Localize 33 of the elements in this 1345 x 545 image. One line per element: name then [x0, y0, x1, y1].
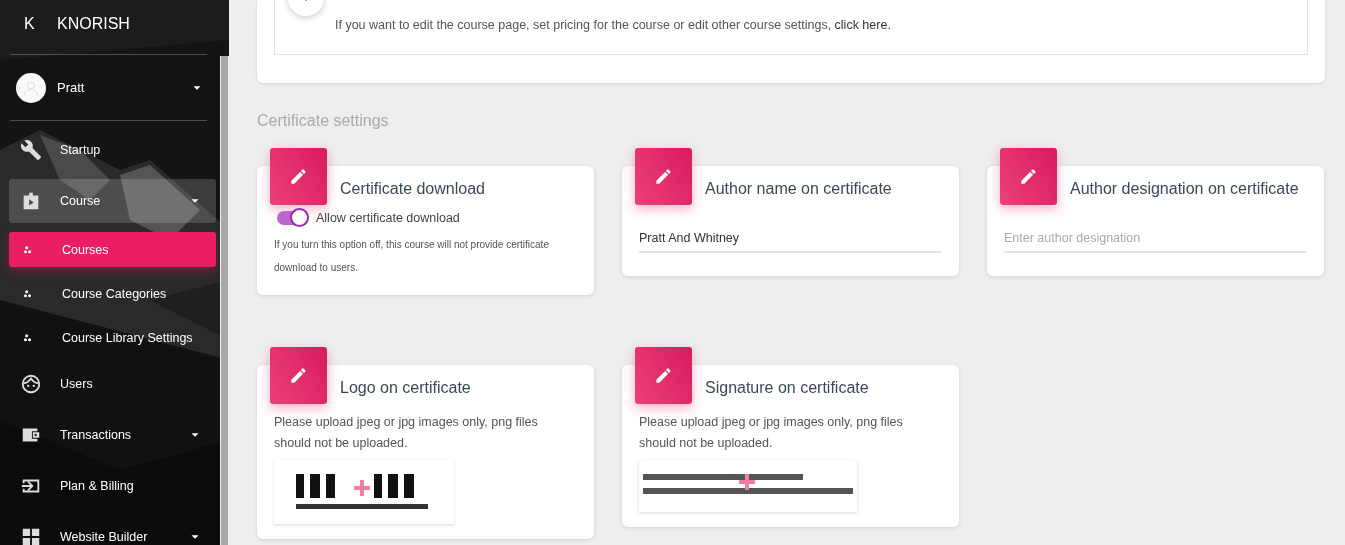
nav-item[interactable]: Website Builder	[9, 515, 216, 545]
help-text: Please upload jpeg or jpg images only, png files should not be uploaded.	[274, 414, 539, 452]
section-title: Certificate settings	[257, 112, 390, 130]
logo-letter: K	[24, 15, 36, 33]
help-text: Please upload jpeg or jpg images only, png files should not be uploaded.	[639, 414, 904, 452]
help-text: If you turn this option off, this course will not provide certificate download to users.	[274, 238, 550, 275]
card-title: Author name on certificate	[705, 179, 893, 199]
card-title: Logo on certificate	[340, 378, 472, 398]
card-title: Author designation on certificate	[1070, 179, 1300, 199]
toggle-label: Allow certificate download	[316, 211, 460, 225]
toggle-switch[interactable]	[277, 211, 307, 225]
nav-item[interactable]: Course Categories	[9, 276, 216, 311]
card-title: Certificate download	[340, 179, 486, 199]
wrench-icon	[20, 139, 42, 161]
scrollbar[interactable]	[221, 56, 228, 545]
nav-item[interactable]: Course	[9, 179, 216, 223]
nav-item[interactable]: Plan & Billing	[9, 464, 216, 508]
user-menu[interactable]: Pratt	[0, 55, 212, 120]
nav-item[interactable]: Transactions	[9, 413, 216, 457]
pencil-icon	[289, 366, 308, 385]
notice-text: If you want to edit the course page, set pricing for the course or edit other course settings, click here.	[335, 17, 892, 32]
face-icon	[20, 373, 42, 395]
card-title: Signature on certificate	[705, 378, 870, 398]
nav-item[interactable]: Startup	[9, 128, 216, 172]
pencil-icon	[654, 167, 673, 186]
grid-icon	[20, 526, 42, 545]
pencil-icon	[654, 366, 673, 385]
nav-item[interactable]: Users	[9, 362, 216, 406]
brand-name: KNORISH	[57, 15, 130, 33]
nav-item[interactable]: Course Library Settings	[9, 320, 216, 355]
nav-item[interactable]: Courses	[9, 232, 216, 267]
pencil-icon	[289, 167, 308, 186]
pencil-icon	[1019, 167, 1038, 186]
